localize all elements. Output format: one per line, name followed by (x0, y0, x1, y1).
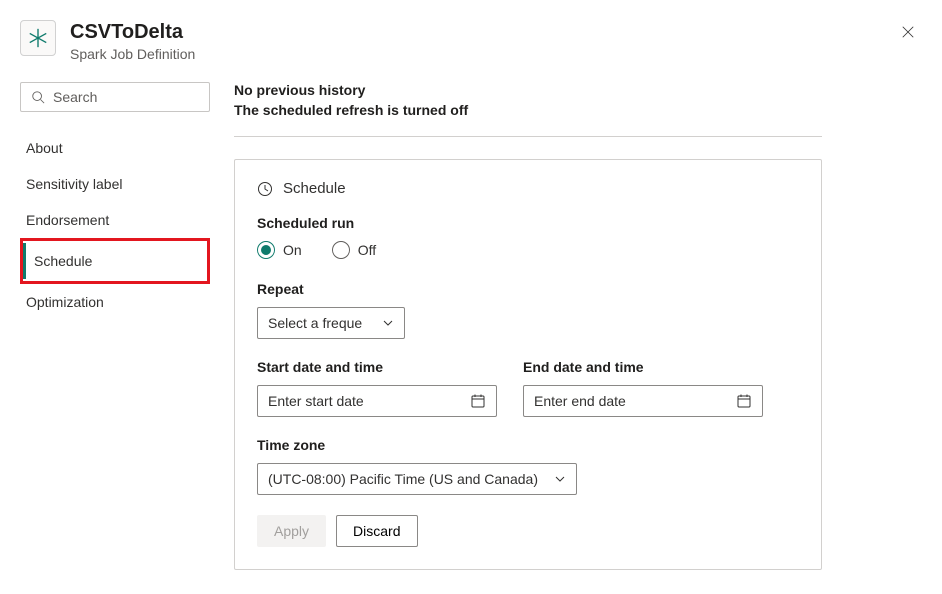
sidebar: About Sensitivity label Endorsement Sche… (20, 82, 210, 570)
sidebar-item-schedule[interactable]: Schedule (23, 243, 207, 279)
search-input[interactable] (53, 89, 199, 105)
chevron-down-icon (382, 317, 394, 329)
search-icon (31, 90, 45, 104)
status-refresh: The scheduled refresh is turned off (234, 102, 822, 118)
sidebar-item-endorsement[interactable]: Endorsement (20, 202, 210, 238)
sidebar-item-optimization[interactable]: Optimization (20, 284, 210, 320)
panel-title-text: Schedule (283, 180, 346, 197)
radio-on-circle (257, 241, 275, 259)
repeat-label: Repeat (257, 281, 799, 297)
close-button[interactable] (898, 22, 918, 42)
end-date-placeholder: Enter end date (534, 393, 626, 409)
calendar-icon (736, 393, 752, 409)
main-content: No previous history The scheduled refres… (234, 82, 922, 570)
divider (234, 136, 822, 137)
radio-on-label: On (283, 242, 302, 258)
page-subtitle: Spark Job Definition (70, 46, 195, 62)
radio-on[interactable]: On (257, 241, 302, 259)
end-date-label: End date and time (523, 359, 763, 375)
sidebar-item-about[interactable]: About (20, 130, 210, 166)
header: CSVToDelta Spark Job Definition (0, 0, 942, 72)
repeat-select-value: Select a freque (268, 315, 362, 331)
start-date-placeholder: Enter start date (268, 393, 364, 409)
sidebar-item-sensitivity-label[interactable]: Sensitivity label (20, 166, 210, 202)
scheduled-run-label: Scheduled run (257, 215, 799, 231)
radio-off[interactable]: Off (332, 241, 376, 259)
sidebar-item-highlight: Schedule (20, 238, 210, 284)
start-date-input[interactable]: Enter start date (257, 385, 497, 417)
start-date-label: Start date and time (257, 359, 497, 375)
timezone-select-value: (UTC-08:00) Pacific Time (US and Canada) (268, 471, 538, 487)
calendar-icon (470, 393, 486, 409)
apply-button[interactable]: Apply (257, 515, 326, 547)
timezone-label: Time zone (257, 437, 799, 453)
search-input-wrapper[interactable] (20, 82, 210, 112)
panel-title: Schedule (257, 180, 799, 197)
schedule-panel: Schedule Scheduled run On Off Repeat (234, 159, 822, 570)
app-icon (20, 20, 56, 56)
clock-icon (257, 181, 273, 197)
radio-off-circle (332, 241, 350, 259)
page-title: CSVToDelta (70, 20, 195, 44)
chevron-down-icon (554, 473, 566, 485)
timezone-select[interactable]: (UTC-08:00) Pacific Time (US and Canada) (257, 463, 577, 495)
repeat-select[interactable]: Select a freque (257, 307, 405, 339)
status-history: No previous history (234, 82, 822, 98)
discard-button[interactable]: Discard (336, 515, 417, 547)
end-date-input[interactable]: Enter end date (523, 385, 763, 417)
radio-off-label: Off (358, 242, 376, 258)
